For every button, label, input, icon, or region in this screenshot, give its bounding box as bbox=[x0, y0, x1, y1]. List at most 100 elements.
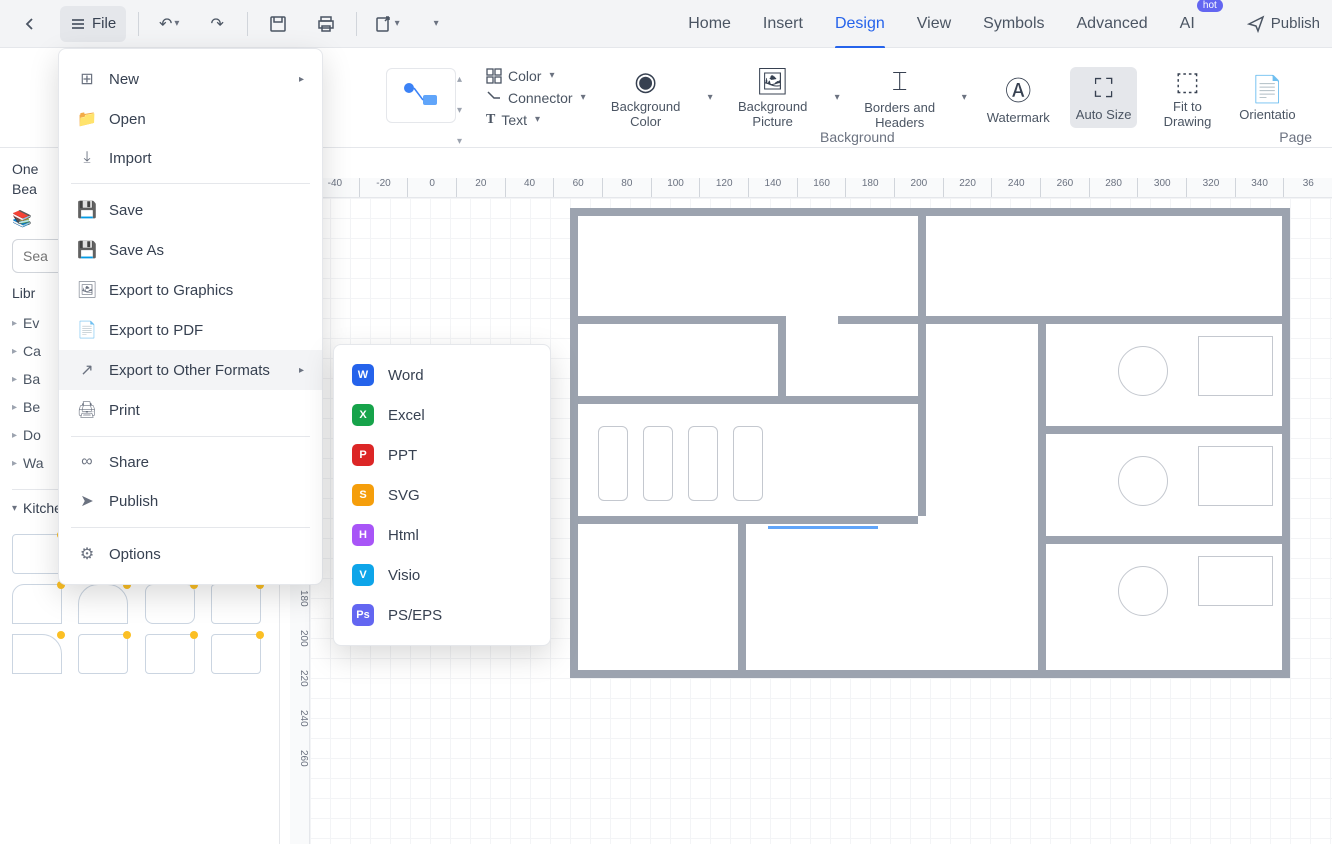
divider bbox=[71, 183, 310, 184]
menu-export-other[interactable]: ↗ Export to Other Formats ▸ bbox=[59, 350, 322, 390]
tab-symbols[interactable]: Symbols bbox=[983, 7, 1044, 41]
shape-thumb[interactable] bbox=[12, 584, 62, 624]
borders-icon: ⌶ bbox=[892, 66, 908, 98]
menu-new[interactable]: ⊞ New ▸ bbox=[59, 59, 322, 99]
menu-export-pdf[interactable]: 📄 Export to PDF bbox=[59, 310, 322, 350]
text-dropdown[interactable]: T Text▾ bbox=[486, 112, 586, 128]
excel-icon: X bbox=[352, 404, 374, 426]
file-menu-dropdown: ⊞ New ▸ 📁 Open ⤓ Import 💾 Save 💾 Save As… bbox=[58, 48, 323, 585]
import-icon: ⤓ bbox=[77, 149, 97, 167]
save-icon: 💾 bbox=[77, 200, 97, 220]
shape-thumb[interactable] bbox=[12, 534, 62, 574]
shape-thumb[interactable] bbox=[211, 634, 261, 674]
shape-thumb[interactable] bbox=[78, 584, 128, 624]
theme-scroll[interactable]: ▴▾▾ bbox=[453, 70, 466, 151]
more-dropdown[interactable]: ▾ bbox=[417, 6, 453, 42]
divider bbox=[247, 12, 248, 36]
export-svg[interactable]: SSVG bbox=[334, 475, 550, 515]
fit-drawing-button[interactable]: ⬚ Fit to Drawing bbox=[1157, 66, 1217, 129]
shape-thumb[interactable] bbox=[211, 584, 261, 624]
divider bbox=[71, 527, 310, 528]
watermark-icon: Ⓐ bbox=[1005, 71, 1031, 108]
background-color-button[interactable]: ◉ Background Color bbox=[606, 66, 686, 129]
tab-advanced[interactable]: Advanced bbox=[1077, 7, 1148, 41]
print-icon-button[interactable] bbox=[308, 6, 344, 42]
menu-publish[interactable]: ➤ Publish bbox=[59, 481, 322, 521]
file-label: File bbox=[92, 15, 116, 32]
menu-import[interactable]: ⤓ Import bbox=[59, 139, 322, 177]
top-toolbar: File ↶▾ ↷ ▾ ▾ Home Insert Design View Sy… bbox=[0, 0, 1332, 48]
shape-thumb[interactable] bbox=[145, 634, 195, 674]
orientation-icon: 📄 bbox=[1251, 74, 1283, 105]
visio-icon: V bbox=[352, 564, 374, 586]
shape-thumb[interactable] bbox=[12, 634, 62, 674]
export-html[interactable]: HHtml bbox=[334, 515, 550, 555]
borders-headers-button[interactable]: ⌶ Borders and Headers bbox=[860, 66, 940, 130]
pdf-icon: 📄 bbox=[77, 320, 97, 340]
ribbon-section-background: Background bbox=[820, 129, 895, 145]
menu-save-as[interactable]: 💾 Save As bbox=[59, 230, 322, 270]
menu-open[interactable]: 📁 Open bbox=[59, 99, 322, 139]
hot-badge: hot bbox=[1197, 0, 1223, 12]
export-icon: ↗ bbox=[77, 360, 97, 380]
ruler-vertical: 180200220240260 bbox=[290, 578, 310, 844]
ribbon-format-menu: Color▾ Connector▾ T Text▾ bbox=[486, 68, 586, 128]
undo-button[interactable]: ↶▾ bbox=[151, 6, 187, 42]
paint-icon: ◉ bbox=[634, 66, 657, 97]
divider bbox=[71, 436, 310, 437]
plus-icon: ⊞ bbox=[77, 69, 97, 89]
export-icon-button[interactable]: ▾ bbox=[369, 6, 405, 42]
auto-size-button[interactable]: ⛶ Auto Size bbox=[1070, 67, 1138, 128]
tab-ai[interactable]: AI hot bbox=[1180, 7, 1195, 41]
redo-button[interactable]: ↷ bbox=[199, 6, 235, 42]
divider bbox=[356, 12, 357, 36]
flowchart-theme-icon[interactable] bbox=[401, 80, 441, 110]
library-icon: 📚 bbox=[12, 209, 32, 229]
ps/eps-icon: Ps bbox=[352, 604, 374, 626]
word-icon: W bbox=[352, 364, 374, 386]
background-picture-button[interactable]: 🖼 Background Picture bbox=[733, 66, 813, 129]
orientation-button[interactable]: 📄 Orientatio bbox=[1237, 74, 1297, 122]
share-icon: ∞ bbox=[77, 453, 97, 471]
menu-save[interactable]: 💾 Save bbox=[59, 190, 322, 230]
export-visio[interactable]: VVisio bbox=[334, 555, 550, 595]
svg-icon: S bbox=[352, 484, 374, 506]
gear-icon: ⚙ bbox=[77, 544, 97, 564]
html-icon: H bbox=[352, 524, 374, 546]
folder-icon: 📁 bbox=[77, 109, 97, 129]
connector-dropdown[interactable]: Connector▾ bbox=[486, 90, 586, 106]
export-excel[interactable]: XExcel bbox=[334, 395, 550, 435]
save-icon-button[interactable] bbox=[260, 6, 296, 42]
image-icon: 🖼 bbox=[77, 280, 97, 300]
publish-button[interactable]: Publish bbox=[1247, 15, 1320, 33]
save-as-icon: 💾 bbox=[77, 240, 97, 260]
shape-thumb[interactable] bbox=[145, 584, 195, 624]
menu-print[interactable]: 🖨 Print bbox=[59, 390, 322, 430]
ruler-horizontal: -40-200204060801001201401601802002202402… bbox=[310, 178, 1332, 198]
main-tabs: Home Insert Design View Symbols Advanced… bbox=[688, 7, 1235, 41]
export-ppt[interactable]: PPPT bbox=[334, 435, 550, 475]
color-dropdown[interactable]: Color▾ bbox=[486, 68, 586, 84]
fit-icon: ⬚ bbox=[1175, 66, 1200, 97]
file-menu-button[interactable]: File bbox=[60, 6, 126, 42]
tab-home[interactable]: Home bbox=[688, 7, 731, 41]
export-ps/eps[interactable]: PsPS/EPS bbox=[334, 595, 550, 635]
floorplan-drawing[interactable] bbox=[570, 208, 1290, 678]
menu-export-graphics[interactable]: 🖼 Export to Graphics bbox=[59, 270, 322, 310]
export-formats-submenu: WWordXExcelPPPTSSVGHHtmlVVisioPsPS/EPS bbox=[333, 344, 551, 646]
watermark-button[interactable]: Ⓐ Watermark bbox=[987, 71, 1050, 125]
export-word[interactable]: WWord bbox=[334, 355, 550, 395]
shape-thumb[interactable] bbox=[78, 634, 128, 674]
back-button[interactable] bbox=[12, 6, 48, 42]
picture-icon: 🖼 bbox=[756, 66, 789, 97]
tab-view[interactable]: View bbox=[917, 7, 951, 41]
autosize-icon: ⛶ bbox=[1095, 73, 1113, 105]
tab-insert[interactable]: Insert bbox=[763, 7, 803, 41]
divider bbox=[138, 12, 139, 36]
menu-options[interactable]: ⚙ Options bbox=[59, 534, 322, 574]
send-icon: ➤ bbox=[77, 491, 97, 511]
menu-share[interactable]: ∞ Share bbox=[59, 443, 322, 481]
tab-design[interactable]: Design bbox=[835, 7, 885, 41]
ribbon-section-page: Page bbox=[1279, 129, 1312, 145]
chevron-right-icon: ▸ bbox=[299, 74, 304, 85]
